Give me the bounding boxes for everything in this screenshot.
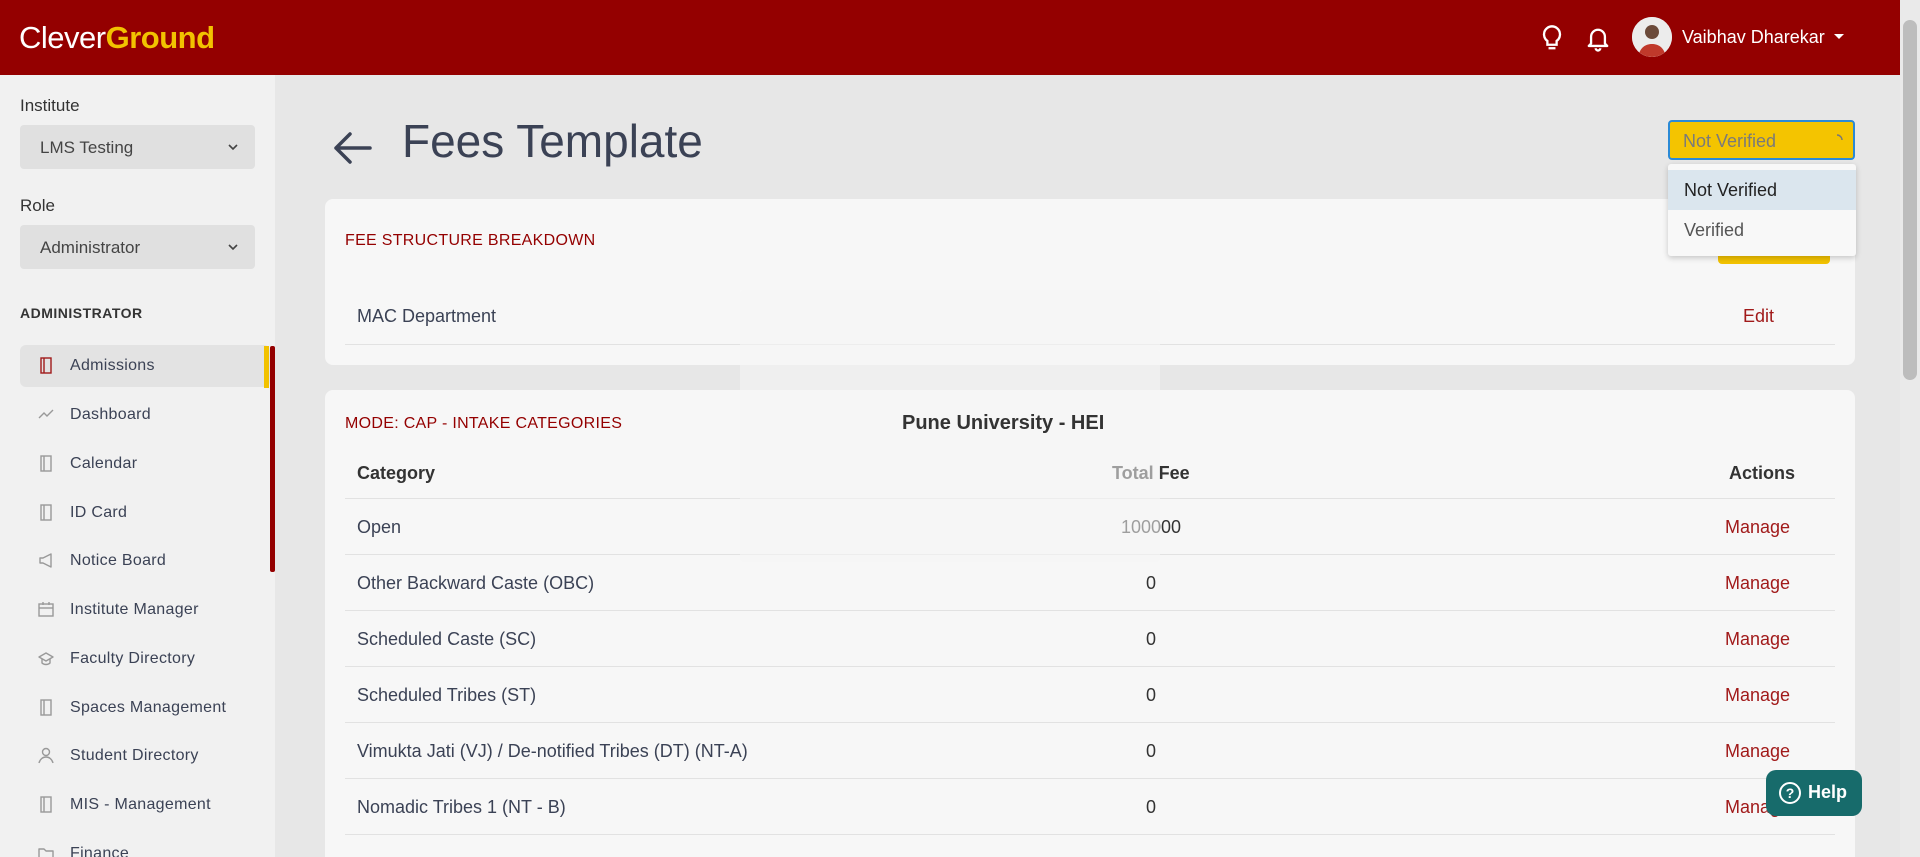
institute-label: Institute [20,96,80,115]
category-name: Other Backward Caste (OBC) [357,573,595,593]
role-select-value: Administrator [40,238,141,257]
category-name: Open [357,517,402,537]
chevron-down-icon[interactable] [1834,34,1844,39]
sidebar-item-label: Admissions [70,357,155,374]
manage-link[interactable]: Manage [1725,629,1790,650]
logo-text-clever: Clever [19,20,106,55]
book-icon [40,796,52,813]
organization-name: Pune University - HEI [902,412,1105,434]
category-name: Vimukta Jati (VJ) / De-notified Tribes (… [357,741,748,761]
department-name: MAC Department [357,306,497,326]
sidebar-item-label: Student Directory [70,747,199,764]
status-option-verified[interactable]: Verified [1668,210,1856,250]
intake-title: MODE: CAP - INTAKE CATEGORIES [345,415,623,432]
logo-text-ground: Ground [105,20,215,55]
sidebar-item-calendar[interactable]: Calendar [20,443,270,485]
column-header-category: Category [357,463,436,483]
chevron-down-icon [228,144,238,151]
divider [345,666,1835,667]
sidebar-item-faculty-directory[interactable]: Faculty Directory [20,638,270,680]
avatar[interactable] [1632,17,1672,57]
sidebar-item-dashboard[interactable]: Dashboard [20,394,270,436]
category-name: Scheduled Tribes (ST) [357,685,537,705]
total-fee-value: 0 [1145,629,1156,649]
status-dropdown-menu: Not Verified Verified [1668,164,1856,256]
option-label: Verified [1684,220,1745,240]
total-fee-value: 0 [1145,685,1156,705]
top-header: CleverGround Vaibhav Dharekar [0,0,1920,75]
graduation-cap-icon [38,652,54,666]
fee-structure-title: FEE STRUCTURE BREAKDOWN [345,232,596,249]
sidebar-item-label: MIS - Management [70,796,211,813]
total-fee-value: 0 [1145,573,1156,593]
bell-icon[interactable] [1584,24,1612,54]
page-title: Fees Template [402,115,703,167]
question-icon: ? [1779,782,1801,804]
book-icon [40,504,52,521]
divider [345,610,1835,611]
manage-link[interactable]: Manage [1725,573,1790,594]
column-header-actions: Actions [1729,463,1796,483]
sidebar-item-label: Finance [70,845,130,857]
chevron-down-icon [228,244,238,251]
help-button[interactable]: ? Help [1766,770,1862,816]
sidebar-item-student-directory[interactable]: Student Directory [20,735,270,777]
sidebar-item-finance[interactable]: Finance [20,833,270,857]
status-select-value: Not Verified [1683,131,1777,151]
divider [345,722,1835,723]
book-icon [40,357,52,374]
app-logo[interactable]: CleverGround [19,20,215,56]
sidebar-item-admissions[interactable]: Admissions [20,345,270,387]
lightbulb-icon[interactable] [1538,24,1566,54]
total-fee-value: 0 [1145,797,1156,817]
divider [345,834,1835,835]
category-name: Scheduled Caste (SC) [357,629,537,649]
institute-select-value: LMS Testing [40,138,134,157]
trend-icon [38,409,54,419]
verification-status-select[interactable]: Not Verified [1668,120,1855,160]
role-label: Role [20,196,55,215]
back-arrow-icon[interactable] [330,126,374,170]
sidebar-item-label: Faculty Directory [70,650,196,667]
sidebar-item-notice-board[interactable]: Notice Board [20,540,270,582]
institute-select[interactable]: LMS Testing [20,125,255,169]
calendar-icon [38,602,54,617]
sidebar-section-heading: ADMINISTRATOR [20,305,143,321]
total-fee-value: 0 [1145,741,1156,761]
edit-link[interactable]: Edit [1743,306,1774,327]
active-item-indicator [264,346,269,388]
sidebar-item-label: Spaces Management [70,699,227,716]
folder-icon [38,848,54,857]
sidebar-scrollbar[interactable] [270,346,275,572]
manage-link[interactable]: Manage [1725,741,1790,762]
role-select[interactable]: Administrator [20,225,255,269]
megaphone-icon [39,553,52,568]
page-scrollbar-thumb[interactable] [1903,20,1917,380]
manage-link[interactable]: Manage [1725,517,1790,538]
option-label: Not Verified [1684,180,1778,200]
sidebar-item-label: Calendar [70,455,138,472]
book-icon [40,699,52,716]
book-icon [40,455,52,472]
sidebar-item-label: Institute Manager [70,601,199,618]
help-label: Help [1808,782,1848,802]
sidebar-item-id-card[interactable]: ID Card [20,492,270,534]
user-name[interactable]: Vaibhav Dharekar [1682,27,1825,48]
manage-link[interactable]: Manage [1725,685,1790,706]
sidebar-item-label: Dashboard [70,406,151,423]
sidebar-item-institute-manager[interactable]: Institute Manager [20,589,270,631]
user-icon [38,747,54,764]
status-option-not-verified[interactable]: Not Verified [1668,170,1856,210]
sidebar-item-mis-management[interactable]: MIS - Management [20,784,270,826]
loading-spinner-icon [1836,134,1843,141]
sidebar-item-label: ID Card [70,504,128,521]
sidebar-item-label: Notice Board [70,552,167,569]
divider [345,778,1835,779]
sidebar-item-spaces-management[interactable]: Spaces Management [20,687,270,729]
category-name: Nomadic Tribes 1 (NT - B) [357,797,566,817]
